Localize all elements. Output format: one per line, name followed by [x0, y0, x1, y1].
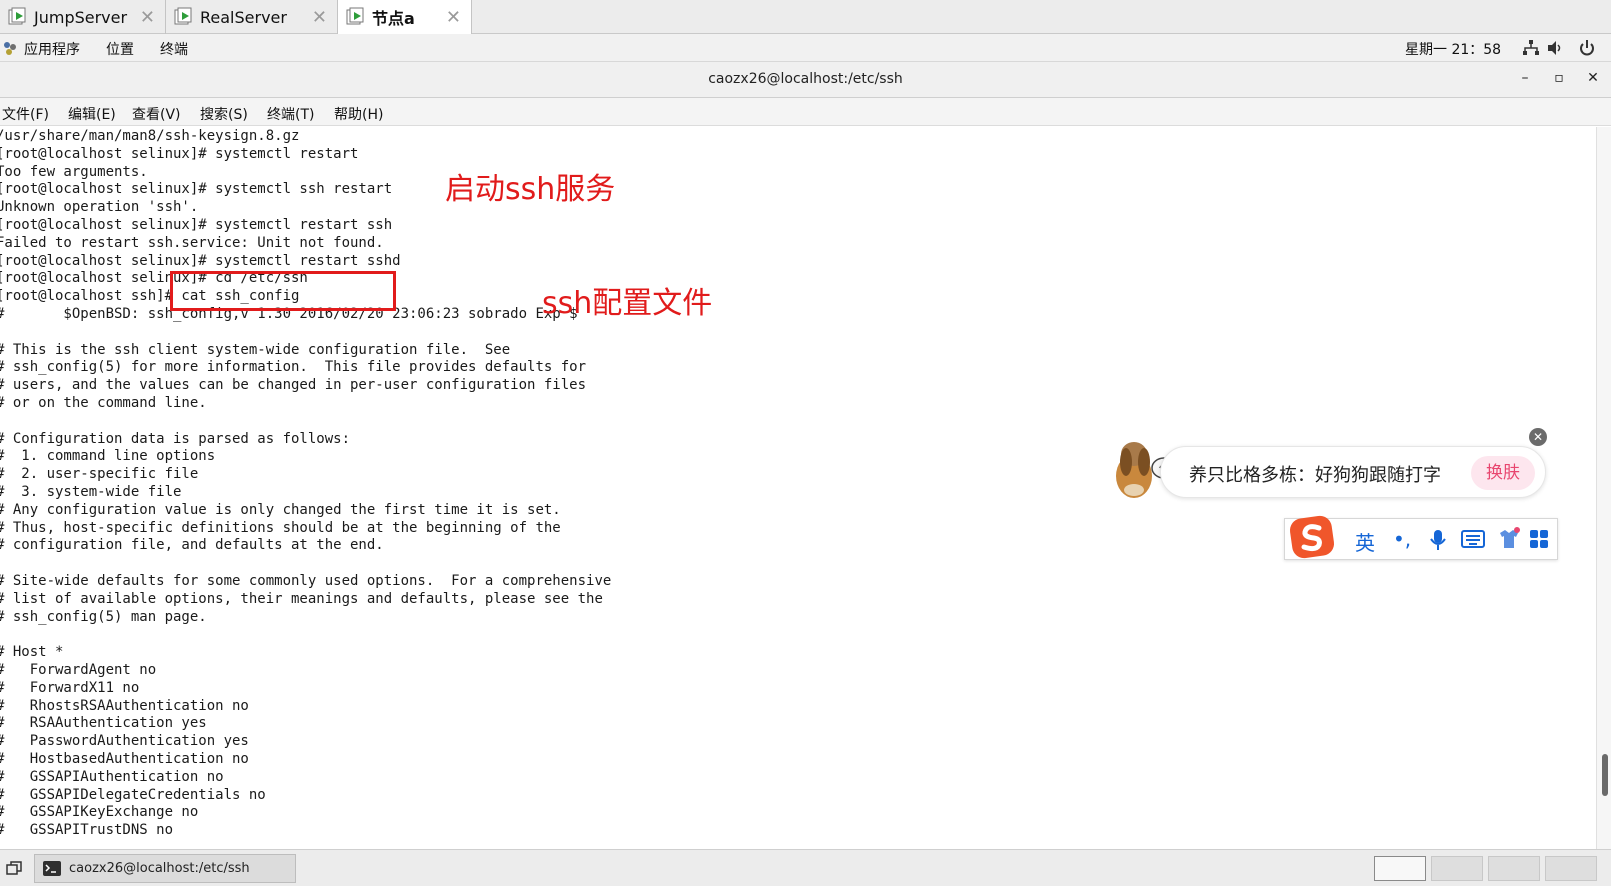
- highlight-box: [170, 271, 396, 311]
- terminal-line: # 1. command line options: [0, 448, 216, 465]
- terminal-menu[interactable]: 终端: [160, 39, 188, 59]
- power-icon[interactable]: [1578, 39, 1596, 57]
- menu-edit[interactable]: 编辑(E): [68, 104, 116, 124]
- tab-node-a[interactable]: 节点a ✕: [338, 0, 472, 34]
- terminal-line: # RhostsRSAAuthentication no: [0, 697, 249, 714]
- terminal-line: # GSSAPIAuthentication no: [0, 768, 224, 785]
- terminal-line: # ssh_config(5) for more information. Th…: [0, 359, 587, 376]
- toolbox-grid-icon[interactable]: [1529, 529, 1549, 549]
- volume-icon[interactable]: [1546, 39, 1564, 57]
- menu-view[interactable]: 查看(V): [132, 104, 181, 124]
- terminal-line: # PasswordAuthentication yes: [0, 733, 249, 750]
- keyboard-icon[interactable]: [1461, 530, 1485, 548]
- bottom-taskbar: caozx26@localhost:/etc/ssh: [0, 849, 1611, 886]
- change-skin-button[interactable]: 换肤: [1471, 456, 1535, 490]
- terminal-line: # Host *: [0, 644, 64, 661]
- terminal-line: # This is the ssh client system-wide con…: [0, 341, 511, 358]
- tab-jumpserver[interactable]: JumpServer ✕: [0, 0, 166, 34]
- applications-menu[interactable]: 应用程序: [24, 39, 80, 59]
- terminal-line: [root@localhost selinux]# systemctl rest…: [0, 252, 401, 269]
- window-title: caozx26@localhost:/etc/ssh: [708, 71, 903, 87]
- terminal-line: [root@localhost selinux]# systemctl rest…: [0, 145, 359, 162]
- terminal-line: # Configuration data is parsed as follow…: [0, 430, 351, 447]
- terminal-line: Failed to restart ssh.service: Unit not …: [0, 234, 384, 251]
- desktop-screen: JumpServer ✕ RealServer ✕ 节点a ✕ 应用程序 位置 …: [0, 0, 1611, 886]
- window-title-bar[interactable]: caozx26@localhost:/etc/ssh – ▫ ✕: [0, 62, 1611, 98]
- terminal-line: # GSSAPIKeyExchange no: [0, 804, 199, 821]
- terminal-scrollbar[interactable]: [1596, 127, 1611, 849]
- terminal-line: # ForwardAgent no: [0, 662, 157, 678]
- taskbar-window-label: caozx26@localhost:/etc/ssh: [69, 861, 250, 876]
- terminal-menu-bar: 文件(F) 编辑(E) 查看(V) 搜索(S) 终端(T) 帮助(H): [0, 98, 1611, 126]
- workspace-3[interactable]: [1488, 856, 1540, 881]
- show-desktop-icon[interactable]: [6, 860, 22, 876]
- terminal-line: # 3. system-wide file: [0, 484, 182, 500]
- terminal-line: # list of available options, their meani…: [0, 590, 603, 607]
- minimize-button[interactable]: –: [1516, 70, 1534, 86]
- terminal-line: Too few arguments.: [0, 163, 148, 180]
- vm-icon: [8, 7, 26, 25]
- microphone-icon[interactable]: [1429, 529, 1447, 551]
- terminal-line: # GSSAPITrustDNS no: [0, 822, 174, 839]
- tab-realserver[interactable]: RealServer ✕: [166, 0, 338, 34]
- terminal-line: [root@localhost selinux]# systemctl rest…: [0, 217, 393, 233]
- menu-help[interactable]: 帮助(H): [334, 104, 383, 124]
- close-icon[interactable]: ✕: [446, 7, 461, 28]
- maximize-button[interactable]: ▫: [1550, 70, 1568, 86]
- close-icon[interactable]: ✕: [140, 7, 155, 28]
- places-menu[interactable]: 位置: [106, 39, 134, 59]
- terminal-line: # users, and the values can be changed i…: [0, 377, 587, 394]
- close-icon[interactable]: ✕: [312, 7, 327, 28]
- ime-promo-banner[interactable]: 养只比格多栋：好狗狗跟随打字 换肤: [1160, 446, 1546, 498]
- tab-label: JumpServer: [34, 7, 128, 27]
- workspace-4[interactable]: [1545, 856, 1597, 881]
- vm-tab-bar: JumpServer ✕ RealServer ✕ 节点a ✕: [0, 0, 1611, 34]
- ime-punctuation-toggle[interactable]: •,: [1393, 527, 1411, 551]
- annotation-start-ssh: 启动ssh服务: [445, 172, 616, 207]
- terminal-line: /usr/share/man/man8/ssh-keysign.8.gz: [0, 128, 300, 144]
- ime-banner-close-icon[interactable]: ✕: [1529, 428, 1547, 446]
- close-button[interactable]: ✕: [1584, 70, 1602, 86]
- workspace-2[interactable]: [1431, 856, 1483, 881]
- terminal-line: # ssh_config(5) man page.: [0, 608, 207, 625]
- terminal-line: # or on the command line.: [0, 395, 207, 411]
- terminal-line: # HostbasedAuthentication no: [0, 751, 249, 767]
- terminal-line: # GSSAPIDelegateCredentials no: [0, 786, 266, 803]
- vm-icon: [174, 7, 192, 25]
- sogou-logo-icon[interactable]: [1288, 514, 1336, 560]
- terminal-line: # 2. user-specific file: [0, 466, 199, 483]
- annotation-ssh-config: ssh配置文件: [542, 286, 713, 321]
- ime-language-toggle[interactable]: 英: [1355, 527, 1375, 556]
- terminal-line: # ForwardX11 no: [0, 679, 140, 696]
- terminal-line: # Any configuration value is only change…: [0, 501, 561, 518]
- menu-terminal[interactable]: 终端(T): [267, 104, 314, 124]
- taskbar-terminal-window[interactable]: caozx26@localhost:/etc/ssh: [34, 854, 296, 883]
- terminal-icon: [43, 861, 61, 876]
- tab-label: RealServer: [200, 7, 287, 27]
- terminal-line: # RSAAuthentication yes: [0, 715, 207, 732]
- gnome-top-bar: 应用程序 位置 终端 星期一 21：58: [0, 34, 1611, 62]
- clock[interactable]: 星期一 21：58: [1405, 39, 1501, 59]
- terminal-line: # Thus, host-specific definitions should…: [0, 519, 561, 536]
- workspace-1[interactable]: [1374, 856, 1426, 881]
- terminal-line: # Site-wide defaults for some commonly u…: [0, 573, 612, 589]
- terminal-line: # configuration file, and defaults at th…: [0, 537, 384, 554]
- menu-search[interactable]: 搜索(S): [200, 104, 248, 124]
- menu-file[interactable]: 文件(F): [2, 104, 49, 124]
- tab-label: 节点a: [372, 9, 415, 28]
- scrollbar-thumb[interactable]: [1602, 754, 1608, 796]
- ime-banner-text: 养只比格多栋：好狗狗跟随打字: [1189, 465, 1441, 486]
- gnome-foot-icon: [4, 42, 16, 55]
- skin-shirt-icon[interactable]: [1497, 527, 1521, 551]
- vm-icon: [346, 7, 364, 25]
- terminal-line: [root@localhost selinux]# systemctl ssh …: [0, 181, 393, 198]
- terminal-line: Unknown operation 'ssh'.: [0, 199, 199, 216]
- network-icon[interactable]: [1522, 39, 1540, 57]
